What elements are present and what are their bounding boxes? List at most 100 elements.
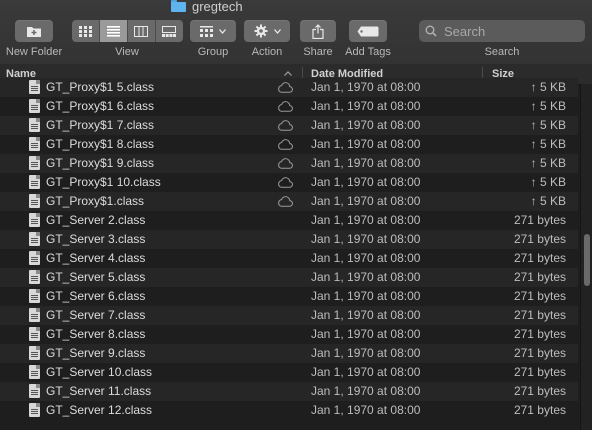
share-icon	[312, 23, 324, 39]
grid-icon	[78, 25, 92, 37]
class-file-icon	[29, 251, 40, 265]
class-file-icon	[29, 270, 40, 284]
new-folder-button[interactable]	[15, 20, 53, 42]
search-icon	[425, 25, 437, 37]
action-button[interactable]	[244, 20, 290, 42]
file-name: GT_Proxy$1 8.class	[46, 137, 155, 151]
gallery-view-button[interactable]	[155, 20, 183, 42]
window-title: gregtech	[171, 0, 243, 14]
file-row[interactable]: GT_Server 12.class Jan 1, 1970 at 08:00 27…	[0, 401, 578, 420]
file-date: Jan 1, 1970 at 08:00	[311, 175, 421, 189]
search-label: Search	[484, 46, 520, 58]
file-row[interactable]: GT_Server 11.class Jan 1, 1970 at 08:00 27…	[0, 382, 578, 401]
add-tags-button[interactable]	[349, 20, 387, 42]
file-date: Jan 1, 1970 at 08:00	[311, 308, 421, 322]
class-file-icon	[29, 118, 40, 132]
file-row[interactable]: GT_Server 9.class Jan 1, 1970 at 08:00 271…	[0, 344, 578, 363]
file-name: GT_Server 9.class	[46, 346, 146, 360]
class-file-icon	[29, 137, 40, 151]
cloud-icon[interactable]	[277, 101, 293, 112]
file-size: 271 bytes	[513, 232, 566, 246]
file-row[interactable]: GT_Server 3.class Jan 1, 1970 at 08:00 271…	[0, 230, 578, 249]
class-file-icon	[29, 232, 40, 246]
file-row[interactable]: GT_Server 2.class Jan 1, 1970 at 08:00 271…	[0, 211, 578, 230]
file-row[interactable]: GT_Server 7.class Jan 1, 1970 at 08:00 271…	[0, 306, 578, 325]
scrollbar-thumb[interactable]	[584, 234, 590, 286]
cloud-icon[interactable]	[277, 120, 293, 131]
class-file-icon	[29, 384, 40, 398]
file-size: 271 bytes	[513, 289, 566, 303]
file-row[interactable]: GT_Proxy$1 10.class Jan 1, 1970 at 08:00 ↑…	[0, 173, 578, 192]
file-row[interactable]: GT_Server 5.class Jan 1, 1970 at 08:00 271…	[0, 268, 578, 287]
file-row[interactable]: GT_Server 6.class Jan 1, 1970 at 08:00 271…	[0, 287, 578, 306]
chevron-down-icon	[219, 28, 226, 34]
file-size: ↑ 5 KB	[530, 80, 566, 94]
view-segmented-control	[71, 20, 183, 42]
file-size: 271 bytes	[513, 213, 566, 227]
file-row[interactable]: GT_Proxy$1 9.class Jan 1, 1970 at 08:00 ↑ …	[0, 154, 578, 173]
file-date: Jan 1, 1970 at 08:00	[311, 327, 421, 341]
file-date: Jan 1, 1970 at 08:00	[311, 384, 421, 398]
icon-view-button[interactable]	[71, 20, 100, 42]
class-file-icon	[29, 403, 40, 417]
file-row[interactable]: GT_Proxy$1 6.class Jan 1, 1970 at 08:00 ↑ …	[0, 97, 578, 116]
file-date: Jan 1, 1970 at 08:00	[311, 270, 421, 284]
file-size: 271 bytes	[513, 403, 566, 417]
cloud-icon[interactable]	[277, 196, 293, 207]
file-row[interactable]: GT_Server 8.class Jan 1, 1970 at 08:00 271…	[0, 325, 578, 344]
cloud-icon[interactable]	[277, 139, 293, 150]
file-name: GT_Proxy$1 7.class	[46, 118, 155, 132]
file-size: 271 bytes	[513, 308, 566, 322]
toolbar: gregtech New Folder View Group Action Sh…	[0, 0, 592, 65]
file-name: GT_Proxy$1 9.class	[46, 156, 155, 170]
file-row[interactable]: GT_Server 10.class Jan 1, 1970 at 08:00 27…	[0, 363, 578, 382]
column-view-button[interactable]	[127, 20, 156, 42]
cloud-icon[interactable]	[277, 158, 293, 169]
file-size: 271 bytes	[513, 365, 566, 379]
file-date: Jan 1, 1970 at 08:00	[311, 194, 421, 208]
file-date: Jan 1, 1970 at 08:00	[311, 346, 421, 360]
class-file-icon	[29, 289, 40, 303]
search-field[interactable]	[419, 20, 585, 42]
cloud-icon[interactable]	[277, 82, 293, 93]
file-row[interactable]: GT_Proxy$1 8.class Jan 1, 1970 at 08:00 ↑ …	[0, 135, 578, 154]
file-row[interactable]: GT_Proxy$1 7.class Jan 1, 1970 at 08:00 ↑ …	[0, 116, 578, 135]
file-row[interactable]: GT_Server 4.class Jan 1, 1970 at 08:00 271…	[0, 249, 578, 268]
file-name: GT_Server 6.class	[46, 289, 146, 303]
file-size: 271 bytes	[513, 346, 566, 360]
view-group: View	[71, 20, 183, 58]
view-label: View	[115, 46, 139, 58]
new-folder-group: New Folder	[4, 20, 64, 58]
file-list: GT_Proxy$1 5.class Jan 1, 1970 at 08:00 ↑ …	[0, 78, 578, 420]
file-date: Jan 1, 1970 at 08:00	[311, 365, 421, 379]
sort-ascending-icon	[284, 71, 292, 76]
file-row[interactable]: GT_Proxy$1 5.class Jan 1, 1970 at 08:00 ↑ …	[0, 78, 578, 97]
search-input[interactable]	[442, 22, 576, 40]
file-date: Jan 1, 1970 at 08:00	[311, 213, 421, 227]
file-size: ↑ 5 KB	[530, 156, 566, 170]
file-name: GT_Server 11.class	[46, 384, 152, 398]
file-size: ↑ 5 KB	[530, 137, 566, 151]
file-row[interactable]: GT_Proxy$1.class Jan 1, 1970 at 08:00 ↑ 5 …	[0, 192, 578, 211]
window-title-text: gregtech	[192, 0, 243, 14]
file-size: 271 bytes	[513, 270, 566, 284]
add-tags-label: Add Tags	[345, 46, 391, 58]
file-size: ↑ 5 KB	[530, 118, 566, 132]
file-name: GT_Proxy$1 6.class	[46, 99, 155, 113]
chevron-down-icon	[273, 28, 281, 34]
file-date: Jan 1, 1970 at 08:00	[311, 232, 421, 246]
new-folder-label: New Folder	[5, 46, 63, 58]
columns-icon	[134, 25, 148, 37]
file-size: 271 bytes	[513, 251, 566, 265]
file-size: ↑ 5 KB	[530, 175, 566, 189]
share-button[interactable]	[300, 20, 336, 42]
group-group: Group	[190, 20, 236, 58]
vertical-scrollbar[interactable]	[580, 84, 592, 430]
share-label: Share	[303, 46, 333, 58]
file-date: Jan 1, 1970 at 08:00	[311, 251, 421, 265]
cloud-icon[interactable]	[277, 177, 293, 188]
class-file-icon	[29, 80, 40, 94]
group-button[interactable]	[190, 20, 236, 42]
class-file-icon	[29, 213, 40, 227]
list-view-button[interactable]	[99, 20, 128, 42]
